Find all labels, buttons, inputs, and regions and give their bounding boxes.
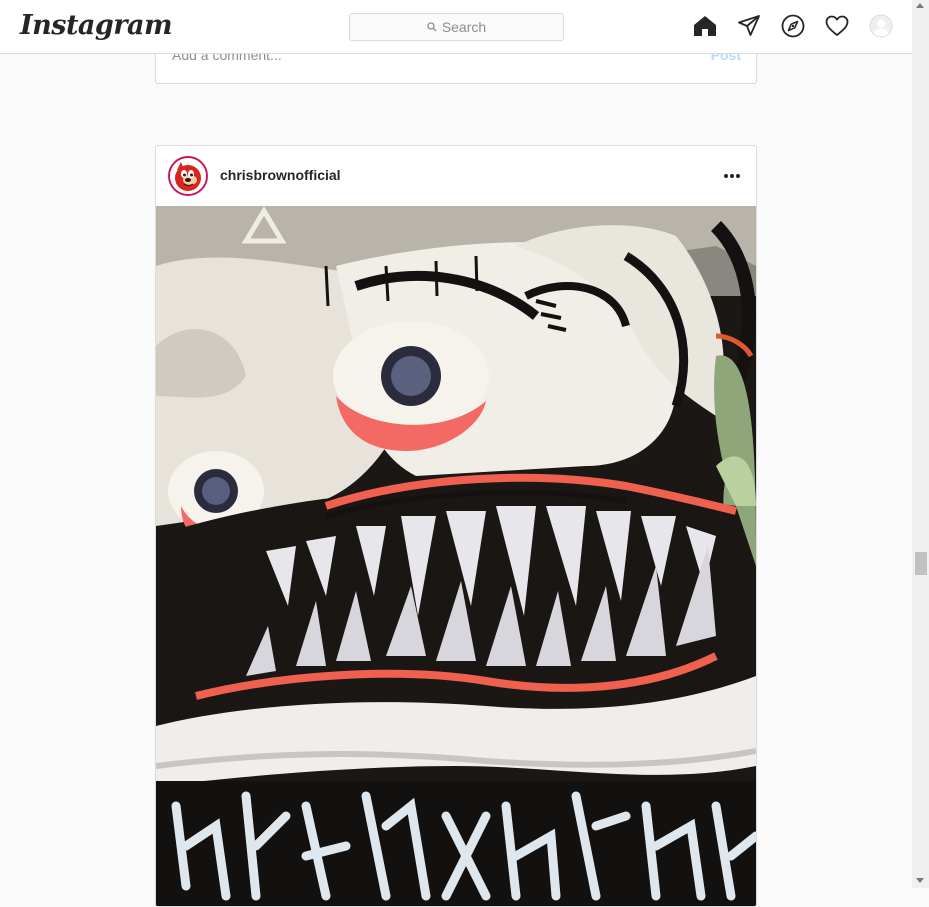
nav-icons: [693, 14, 893, 38]
activity-heart-icon[interactable]: [825, 14, 849, 38]
post-username[interactable]: chrisbrownofficial: [220, 167, 341, 183]
scroll-down-arrow-icon[interactable]: [916, 878, 924, 883]
home-icon[interactable]: [693, 14, 717, 38]
search-input[interactable]: Search: [349, 13, 564, 41]
feed-post: chrisbrownofficial: [155, 145, 757, 907]
user-avatar[interactable]: [168, 156, 208, 196]
direct-icon[interactable]: [737, 14, 761, 38]
explore-icon[interactable]: [781, 14, 805, 38]
post-image[interactable]: [156, 206, 756, 906]
top-nav: Instagram Search: [0, 0, 912, 54]
page-scrollbar[interactable]: [912, 0, 929, 888]
post-header: chrisbrownofficial: [156, 146, 756, 207]
more-options-icon[interactable]: [724, 174, 740, 178]
instagram-logo[interactable]: Instagram: [20, 10, 173, 41]
profile-avatar-icon[interactable]: [869, 14, 893, 38]
scroll-thumb[interactable]: [915, 552, 927, 575]
avatar-image: [170, 158, 206, 194]
scroll-up-arrow-icon[interactable]: [916, 3, 924, 8]
search-icon: [427, 22, 437, 32]
search-placeholder: Search: [441, 19, 487, 35]
